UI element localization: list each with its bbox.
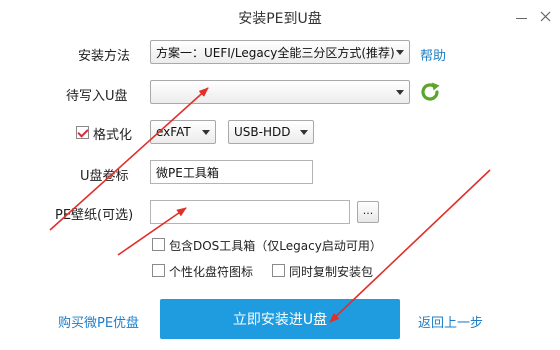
format-label: 格式化 [93, 128, 133, 143]
custom-drive-icon-checkbox[interactable] [152, 264, 165, 277]
install-method-label: 安装方法 [78, 49, 131, 64]
refresh-icon[interactable] [419, 81, 441, 103]
back-link[interactable]: 返回上一步 [418, 312, 483, 331]
minimize-icon [515, 17, 527, 19]
boot-mode-select[interactable]: USB-HDD [228, 120, 314, 144]
copy-installer-checkbox[interactable] [272, 264, 285, 277]
custom-drive-icon-label: 个性化盘符图标 [169, 265, 254, 279]
install-button-label: 立即安装进U盘 [232, 312, 328, 328]
install-method-select[interactable]: 方案一：UEFI/Legacy全能三分区方式(推荐) [150, 40, 410, 64]
wallpaper-label: PE壁纸(可选) [55, 208, 134, 223]
copy-installer-label: 同时复制安装包 [289, 265, 374, 279]
buy-usb-link[interactable]: 购买微PE优盘 [58, 312, 139, 331]
filesystem-value: exFAT [156, 125, 191, 139]
dos-toolbox-label: 包含DOS工具箱（仅Legacy启动可用） [169, 239, 382, 253]
chevron-down-icon [396, 50, 404, 55]
close-button[interactable] [531, 4, 559, 28]
usb-drive-label: 待写入U盘 [66, 89, 128, 104]
filesystem-select[interactable]: exFAT [150, 120, 216, 144]
usb-drive-select[interactable] [150, 80, 410, 104]
volume-label-label: U盘卷标 [80, 169, 129, 184]
chevron-down-icon [300, 130, 308, 135]
browse-button[interactable]: ... [357, 201, 379, 223]
title-bar: 安装PE到U盘 [0, 0, 560, 34]
dos-toolbox-checkbox[interactable] [152, 238, 165, 251]
window-title: 安装PE到U盘 [238, 11, 322, 27]
install-button[interactable]: 立即安装进U盘 [160, 299, 400, 339]
format-checkbox[interactable] [76, 126, 89, 139]
install-method-value: 方案一：UEFI/Legacy全能三分区方式(推荐) [156, 45, 395, 60]
wallpaper-path-input[interactable] [150, 200, 350, 224]
boot-mode-value: USB-HDD [234, 125, 291, 139]
close-icon [540, 11, 550, 21]
chevron-down-icon [396, 90, 404, 95]
chevron-down-icon [202, 130, 210, 135]
help-link[interactable]: 帮助 [420, 45, 446, 64]
volume-label-input[interactable]: 微PE工具箱 [150, 160, 313, 184]
